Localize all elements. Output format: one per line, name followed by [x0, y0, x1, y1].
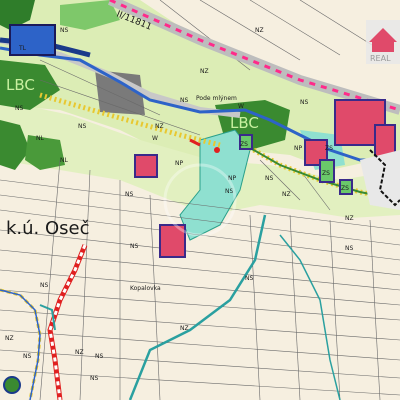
well-marker — [3, 376, 21, 394]
zone-code: W — [152, 135, 158, 142]
zone-code: NS — [95, 353, 103, 360]
zone-code: NZ — [200, 68, 209, 75]
zone-code: NL — [36, 135, 44, 142]
zone-code: NZ — [155, 123, 164, 130]
zone-code: ZS — [341, 185, 349, 192]
zone-code: NS — [130, 243, 138, 250]
zone-code: NZ — [255, 27, 264, 34]
zone-code: NS — [300, 99, 308, 106]
zone-code: TL — [18, 45, 27, 52]
zone-code: NS — [15, 105, 23, 112]
zone-code: NS — [180, 97, 188, 104]
zone-code: NZ — [345, 215, 354, 222]
street-label-kopalovka: Kopalovka — [130, 285, 161, 292]
boundary-marker — [214, 147, 220, 153]
map-canvas: II/11811 k.ú. Oseč Pode mlýnem Kopalovka… — [0, 0, 400, 400]
zone-code: NS — [40, 282, 48, 289]
zone-code: NS — [265, 175, 273, 182]
lbc-label: LBC — [230, 114, 259, 132]
zone-code: W — [238, 103, 244, 110]
water-tank — [9, 24, 56, 56]
zone-code: NZ — [75, 349, 84, 356]
zone-code: ZS — [325, 145, 333, 152]
cadastral-label: k.ú. Oseč — [6, 218, 90, 239]
street-label-pode-mlynem: Pode mlýnem — [196, 95, 237, 102]
logo-text: REAL — [370, 54, 391, 63]
realty-logo: REAL — [366, 20, 400, 64]
zone-code: NZ — [282, 191, 291, 198]
zone-code: NS — [78, 123, 86, 130]
zone-code: NP — [175, 160, 183, 167]
zoning-map: II/11811 k.ú. Oseč Pode mlýnem Kopalovka… — [0, 0, 400, 400]
zone-code: NL — [60, 157, 68, 164]
realty-logo-icon: REAL — [366, 20, 400, 64]
zone-code: NP — [294, 145, 302, 152]
zone-code: NS — [345, 245, 353, 252]
zone-code: NS — [23, 353, 31, 360]
lbc-label: LBC — [6, 76, 35, 94]
zone-code: NS — [245, 275, 253, 282]
zone-code: NS — [60, 27, 68, 34]
zone-code: ZS — [322, 170, 330, 177]
zone-code: NS — [125, 191, 133, 198]
zone-code: NZ — [5, 335, 14, 342]
zone-code: ZS — [240, 141, 248, 148]
zone-code: NS — [90, 375, 98, 382]
zone-code: NZ — [180, 325, 189, 332]
